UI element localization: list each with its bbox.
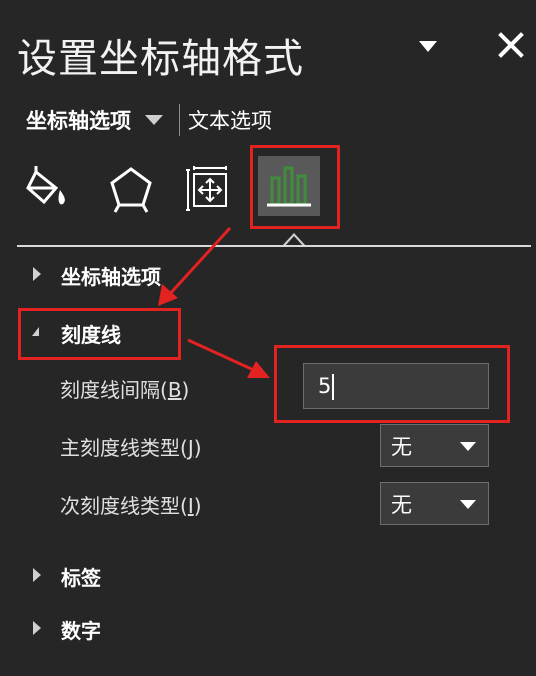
annotation-arrow-2 <box>187 338 259 374</box>
annotation-arrow-1 <box>166 226 232 298</box>
annotation-arrows <box>158 226 270 378</box>
